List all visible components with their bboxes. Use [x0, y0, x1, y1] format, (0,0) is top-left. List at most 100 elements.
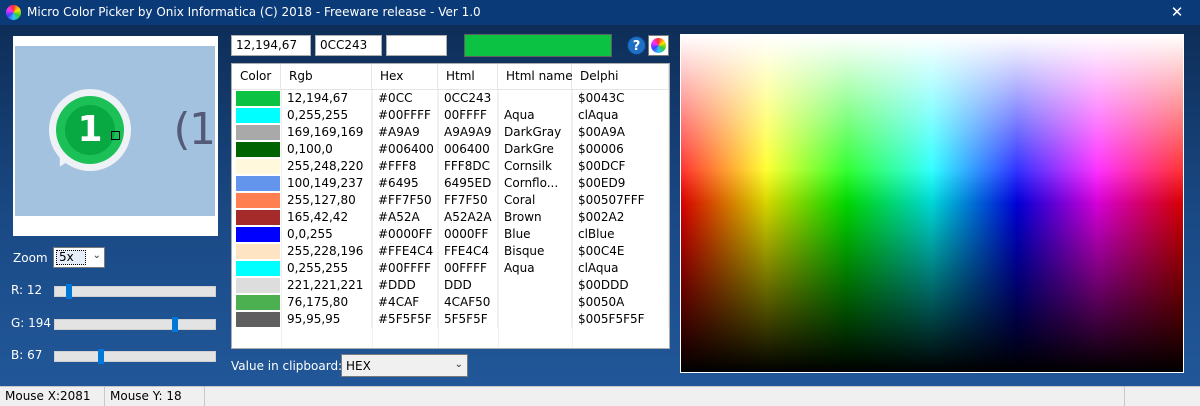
table-cell-rgb: 12,194,67	[281, 90, 372, 107]
table-cell-delphi: $0050A	[572, 294, 669, 311]
red-slider[interactable]	[54, 284, 216, 299]
zoom-preview[interactable]: 1 (1	[13, 36, 218, 236]
table-row[interactable]: 76,175,80 #4CAF 4CAF50 $0050A	[232, 294, 669, 311]
color-spectrum-picker[interactable]	[680, 34, 1184, 373]
table-row[interactable]: 0,0,255 #0000FF 0000FF Blue clBlue	[232, 226, 669, 243]
status-bar: Mouse X:2081 Mouse Y: 18	[0, 386, 1200, 406]
color-chip	[236, 193, 280, 208]
color-chip	[236, 312, 280, 327]
table-cell-html: 5F5F5F	[438, 311, 498, 328]
color-chip	[236, 108, 280, 123]
table-cell-delphi: $00A9A	[572, 124, 669, 141]
table-cell-hex: #A52A	[372, 209, 438, 226]
table-cell-hex: #4CAF	[372, 294, 438, 311]
slider-thumb[interactable]	[98, 349, 104, 364]
slider-thumb[interactable]	[66, 284, 72, 299]
color-chip	[236, 142, 280, 157]
color-name-field[interactable]	[386, 35, 447, 56]
slider-label: G: 194	[11, 316, 52, 330]
table-row[interactable]: 165,42,42 #A52A A52A2A Brown $002A2	[232, 209, 669, 226]
help-icon: ?	[632, 39, 641, 54]
clipboard-format-select[interactable]: HEX ⌄	[341, 354, 468, 377]
table-cell-name	[498, 294, 572, 311]
table-row[interactable]: 12,194,67 #0CC 0CC243 $0043C	[232, 90, 669, 107]
chevron-down-icon: ⌄	[454, 359, 463, 370]
table-cell-html: 00FFFF	[438, 107, 498, 124]
green-slider[interactable]	[54, 317, 216, 332]
column-header[interactable]: Hex	[372, 64, 438, 89]
table-cell-hex: #00FFFF	[372, 260, 438, 277]
column-header[interactable]: Html name	[498, 64, 573, 89]
spectrum-black-layer	[681, 35, 1183, 372]
column-header[interactable]: Html	[438, 64, 498, 89]
zoomed-screen-image: 1 (1	[15, 46, 215, 216]
clipboard-format-value: HEX	[346, 359, 371, 373]
table-cell-html: FFE4C4	[438, 243, 498, 260]
column-header[interactable]: Delphi	[572, 64, 669, 89]
table-cell-rgb: 95,95,95	[281, 311, 372, 328]
app-color-wheel-icon	[6, 5, 21, 20]
help-button[interactable]: ?	[627, 36, 646, 55]
hex-field[interactable]: 0CC243	[315, 35, 382, 56]
color-chip	[236, 295, 280, 310]
column-header[interactable]: Color	[232, 64, 281, 89]
table-cell-name: Brown	[498, 209, 572, 226]
table-cell-name: DarkGray	[498, 124, 572, 141]
color-chip	[236, 261, 280, 276]
table-row[interactable]: 0,255,255 #00FFFF 00FFFF Aqua clAqua	[232, 107, 669, 124]
table-cell-hex: #FFE4C4	[372, 243, 438, 260]
table-row[interactable]: 0,255,255 #00FFFF 00FFFF Aqua clAqua	[232, 260, 669, 277]
close-button[interactable]: ✕	[1154, 0, 1200, 25]
table-cell-name: Aqua	[498, 107, 572, 124]
blue-slider[interactable]	[54, 349, 216, 364]
table-cell-delphi: $00C4E	[572, 243, 669, 260]
chevron-down-icon: ⌄	[92, 250, 101, 261]
column-header[interactable]: Rgb	[281, 64, 372, 89]
table-cell-hex: #006400	[372, 141, 438, 158]
color-history-table[interactable]: Color Rgb Hex Html Html name Delphi 12,194,67…	[231, 63, 670, 349]
table-row[interactable]: 221,221,221 #DDD DDD $00DDD	[232, 277, 669, 294]
table-cell-name	[498, 277, 572, 294]
table-cell-delphi: clBlue	[572, 226, 669, 243]
table-cell-name: Blue	[498, 226, 572, 243]
slider-thumb[interactable]	[172, 317, 178, 332]
rgb-field[interactable]: 12,194,67	[231, 35, 311, 56]
table-row[interactable]: 255,248,220 #FFF8 FFF8DC Cornsilk $00DCF	[232, 158, 669, 175]
table-cell-rgb: 100,149,237	[281, 175, 372, 192]
table-cell-rgb: 0,0,255	[281, 226, 372, 243]
color-chip	[236, 210, 280, 225]
app-window: Micro Color Picker by Onix Informatica (…	[0, 0, 1200, 406]
table-row[interactable]: 0,100,0 #006400 006400 DarkGre $00006	[232, 141, 669, 158]
table-cell-rgb: 255,248,220	[281, 158, 372, 175]
color-wheel-button[interactable]	[648, 35, 669, 56]
table-row[interactable]: 100,149,237 #6495 6495ED Cornflo... $00ED9	[232, 175, 669, 192]
table-row[interactable]: 169,169,169 #A9A9 A9A9A9 DarkGray $00A9A	[232, 124, 669, 141]
zoom-value: 5x	[56, 250, 86, 265]
table-row[interactable]: 95,95,95 #5F5F5F 5F5F5F $005F5F5F	[232, 311, 669, 328]
table-cell-hex: #6495	[372, 175, 438, 192]
color-chip	[236, 227, 280, 242]
title-bar: Micro Color Picker by Onix Informatica (…	[0, 0, 1200, 25]
table-cell-name: Coral	[498, 192, 572, 209]
table-cell-rgb: 165,42,42	[281, 209, 372, 226]
slider-label: R: 12	[11, 283, 43, 297]
table-cell-html: 6495ED	[438, 175, 498, 192]
table-cell-rgb: 76,175,80	[281, 294, 372, 311]
slider-label: B: 67	[11, 348, 43, 362]
zoom-select[interactable]: 5x ⌄	[53, 247, 105, 268]
table-row[interactable]: 255,127,80 #FF7F50 FF7F50 Coral $00507FFF	[232, 192, 669, 209]
table-cell-hex: #A9A9	[372, 124, 438, 141]
table-cell-rgb: 255,228,196	[281, 243, 372, 260]
table-cell-html: A9A9A9	[438, 124, 498, 141]
table-row[interactable]: 255,228,196 #FFE4C4 FFE4C4 Bisque $00C4E	[232, 243, 669, 260]
table-cell-delphi: $002A2	[572, 209, 669, 226]
table-cell-hex: #0CC	[372, 90, 438, 107]
table-cell-name	[498, 90, 572, 107]
table-cell-name	[498, 311, 572, 328]
table-cell-hex: #DDD	[372, 277, 438, 294]
table-cell-rgb: 169,169,169	[281, 124, 372, 141]
table-cell-html: FF7F50	[438, 192, 498, 209]
zoom-label: Zoom	[13, 251, 48, 265]
table-cell-name: Bisque	[498, 243, 572, 260]
table-cell-rgb: 0,255,255	[281, 260, 372, 277]
